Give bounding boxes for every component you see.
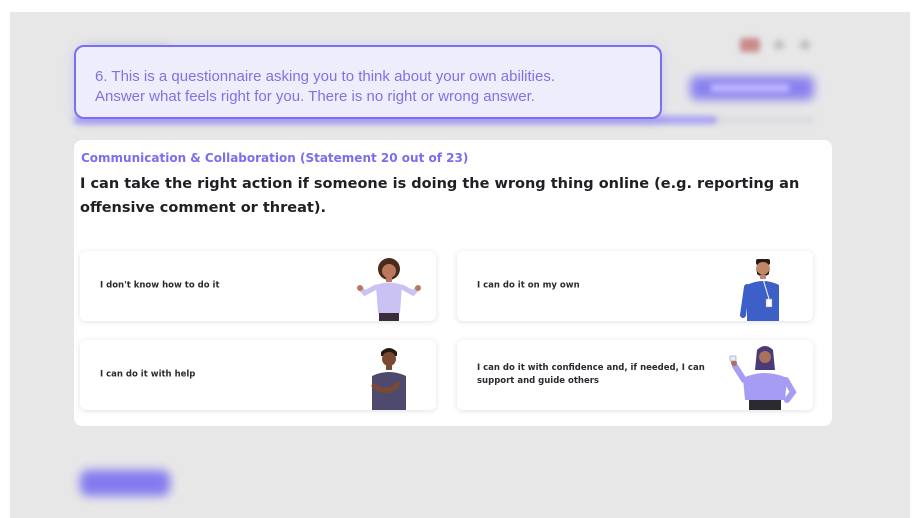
- question-card: Communication & Collaboration (Statement…: [74, 140, 832, 426]
- instruction-tooltip: 6. This is a questionnaire asking you to…: [74, 45, 662, 119]
- answer-option-label: I can do it with confidence and, if need…: [477, 363, 705, 386]
- shrugging-person-icon: [357, 258, 421, 321]
- waving-person-icon: [729, 346, 797, 410]
- answer-option-dont-know[interactable]: I don't know how to do it: [80, 251, 436, 321]
- menu-dot-icon: [774, 40, 784, 50]
- tooltip-line-1: 6. This is a questionnaire asking you to…: [95, 68, 555, 85]
- menu-dot-icon: [800, 40, 810, 50]
- answer-option-with-help[interactable]: I can do it with help: [80, 340, 436, 410]
- question-statement: I can take the right action if someone i…: [80, 176, 800, 216]
- standing-person-icon: [740, 259, 779, 321]
- thinking-person-icon: [371, 348, 406, 410]
- answer-option-label: I can do it on my own: [477, 280, 580, 291]
- answer-option-label: I don't know how to do it: [100, 280, 220, 291]
- answer-option-on-my-own[interactable]: I can do it on my own: [457, 251, 813, 321]
- back-button[interactable]: [80, 470, 170, 496]
- tooltip-line-2: Answer what feels right for you. There i…: [95, 88, 535, 105]
- answer-option-with-confidence[interactable]: I can do it with confidence and, if need…: [457, 340, 813, 410]
- answer-option-label: I can do it with help: [100, 369, 196, 380]
- language-flag-icon: [740, 38, 760, 52]
- question-category: Communication & Collaboration (Statement…: [81, 151, 469, 165]
